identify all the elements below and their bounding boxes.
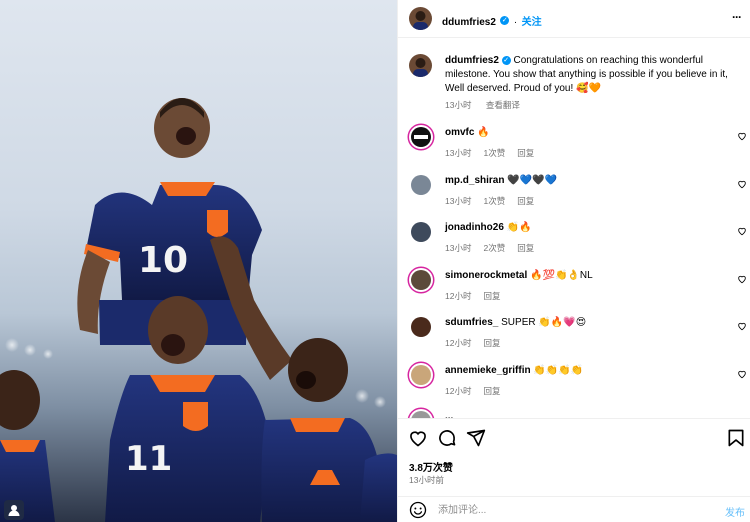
post-actions: 3.8万次赞 13小时前 [398,418,750,496]
caption: ddumfries2 ✓ Congratulations on reaching… [445,54,745,96]
heart-icon[interactable] [408,428,428,448]
comment-likes[interactable]: 2次赞 [483,243,505,253]
comment-likes[interactable]: 1次赞 [483,196,505,206]
comment-time: 12小时 [445,291,472,301]
heart-icon[interactable] [737,274,747,284]
comment-input[interactable] [438,502,698,518]
comment-text: 👏🔥 [506,222,532,233]
comment-meta: 13小时 1次赞 回复 [445,147,546,159]
post-side-panel: ddumfries2 ✓ · 关注 ··· ddumfries2 ✓ Congr… [397,0,750,522]
emoji-icon[interactable] [409,501,427,519]
comment-row: ... [398,410,750,418]
caption-time: 13小时 [445,100,472,110]
jersey-number-11: 11 [125,439,172,479]
avatar-image [413,11,428,30]
follow-button[interactable]: 关注 [522,17,542,28]
comment-row: simonerockmetal 🔥💯👏👌NL 12小时 回复 [398,269,750,316]
avatar-image [413,58,428,77]
more-icon[interactable]: ··· [732,10,742,24]
reply-button[interactable]: 回复 [517,243,534,253]
comment-meta: 13小时 2次赞 回复 [445,242,546,254]
commenter-avatar[interactable] [411,317,431,337]
comment-text-block: omvfc 🔥 [445,126,490,140]
comment-time: 13小时 [445,148,472,158]
comment-text: SUPER 👏🔥💗😍 [501,317,587,328]
comment-text: 👏👏👏👏 [533,365,584,376]
comment-username[interactable]: ... [445,411,453,418]
reply-button[interactable]: 回复 [517,148,534,158]
heart-icon[interactable] [737,369,747,379]
comment-meta: 12小时 回复 [445,337,512,349]
post-comment-button[interactable]: 发布 [725,504,745,519]
comment-username[interactable]: simonerockmetal [445,270,527,281]
post-photo[interactable]: 10 11 [0,0,397,522]
celebration-image: 10 11 [0,98,397,522]
comment-text-block: ... [445,410,453,418]
comment-time: 12小时 [445,386,472,396]
comment-row: annemieke_griffin 👏👏👏👏 12小时 回复 [398,364,750,411]
comment-row: mp.d_shiran 🖤💙🖤💙 13小时 1次赞 回复 [398,174,750,221]
commenter-avatar[interactable] [411,270,431,290]
reply-button[interactable]: 回复 [483,386,500,396]
comment-text: 🔥💯👏👌NL [530,270,593,281]
comment-username[interactable]: jonadinho26 [445,222,504,233]
comment-username[interactable]: omvfc [445,127,474,138]
heart-icon[interactable] [737,179,747,189]
comment-text: 🖤💙🖤💙 [507,175,558,186]
commenter-avatar[interactable] [411,175,431,195]
comment-text-block: sdumfries_ SUPER 👏🔥💗😍 [445,316,586,330]
comment-row: omvfc 🔥 13小时 1次赞 回复 [398,126,750,173]
heart-icon[interactable] [737,226,747,236]
reply-button[interactable]: 回复 [483,338,500,348]
commenter-avatar[interactable] [411,222,431,242]
post-header: ddumfries2 ✓ · 关注 ··· [398,0,750,38]
caption-meta: 13小时 查看翻译 [445,99,532,111]
bookmark-icon[interactable] [726,428,746,448]
comment-meta: 12小时 回复 [445,290,512,302]
comment-meta: 12小时 回复 [445,385,512,397]
share-icon[interactable] [466,428,486,448]
comment-time: 13小时 [445,243,472,253]
comment-username[interactable]: annemieke_griffin [445,365,531,376]
comment-time: 12小时 [445,338,472,348]
comment-text-block: mp.d_shiran 🖤💙🖤💙 [445,174,557,188]
comments-list[interactable]: ddumfries2 ✓ Congratulations on reaching… [398,38,750,418]
comment-username[interactable]: mp.d_shiran [445,175,504,186]
comment-meta: 13小时 1次赞 回复 [445,195,546,207]
comment-text: 🔥 [477,127,490,138]
caption-avatar[interactable] [409,54,432,77]
comment-likes[interactable]: 1次赞 [483,148,505,158]
post-time: 13小时前 [409,475,444,485]
add-comment-bar: 发布 [398,496,750,522]
reply-button[interactable]: 回复 [517,196,534,206]
comment-time: 13小时 [445,196,472,206]
comment-username[interactable]: sdumfries_ [445,317,498,328]
verified-icon: ✓ [500,16,510,26]
comment-text-block: jonadinho26 👏🔥 [445,221,532,235]
commenter-avatar[interactable] [411,411,431,418]
user-icon [8,505,20,516]
caption-username[interactable]: ddumfries2 [445,55,499,66]
comment-row: sdumfries_ SUPER 👏🔥💗😍 12小时 回复 [398,316,750,363]
jersey-number-10: 10 [138,240,188,281]
commenter-avatar[interactable] [411,365,431,385]
heart-icon[interactable] [737,131,747,141]
user-badge[interactable] [4,500,24,520]
translate-link[interactable]: 查看翻译 [486,100,520,110]
heart-icon[interactable] [737,321,747,331]
omvfc-logo-icon [414,135,428,139]
commenter-avatar[interactable] [411,127,431,147]
comment-text-block: simonerockmetal 🔥💯👏👌NL [445,269,593,283]
comment-icon[interactable] [437,428,457,448]
like-count[interactable]: 3.8万次赞 [409,459,453,474]
verified-icon: ✓ [501,55,511,65]
comment-text-block: annemieke_griffin 👏👏👏👏 [445,364,583,378]
reply-button[interactable]: 回复 [483,291,500,301]
author-avatar[interactable] [409,7,432,30]
comment-row: jonadinho26 👏🔥 13小时 2次赞 回复 [398,221,750,268]
author-username[interactable]: ddumfries2 [442,17,496,28]
